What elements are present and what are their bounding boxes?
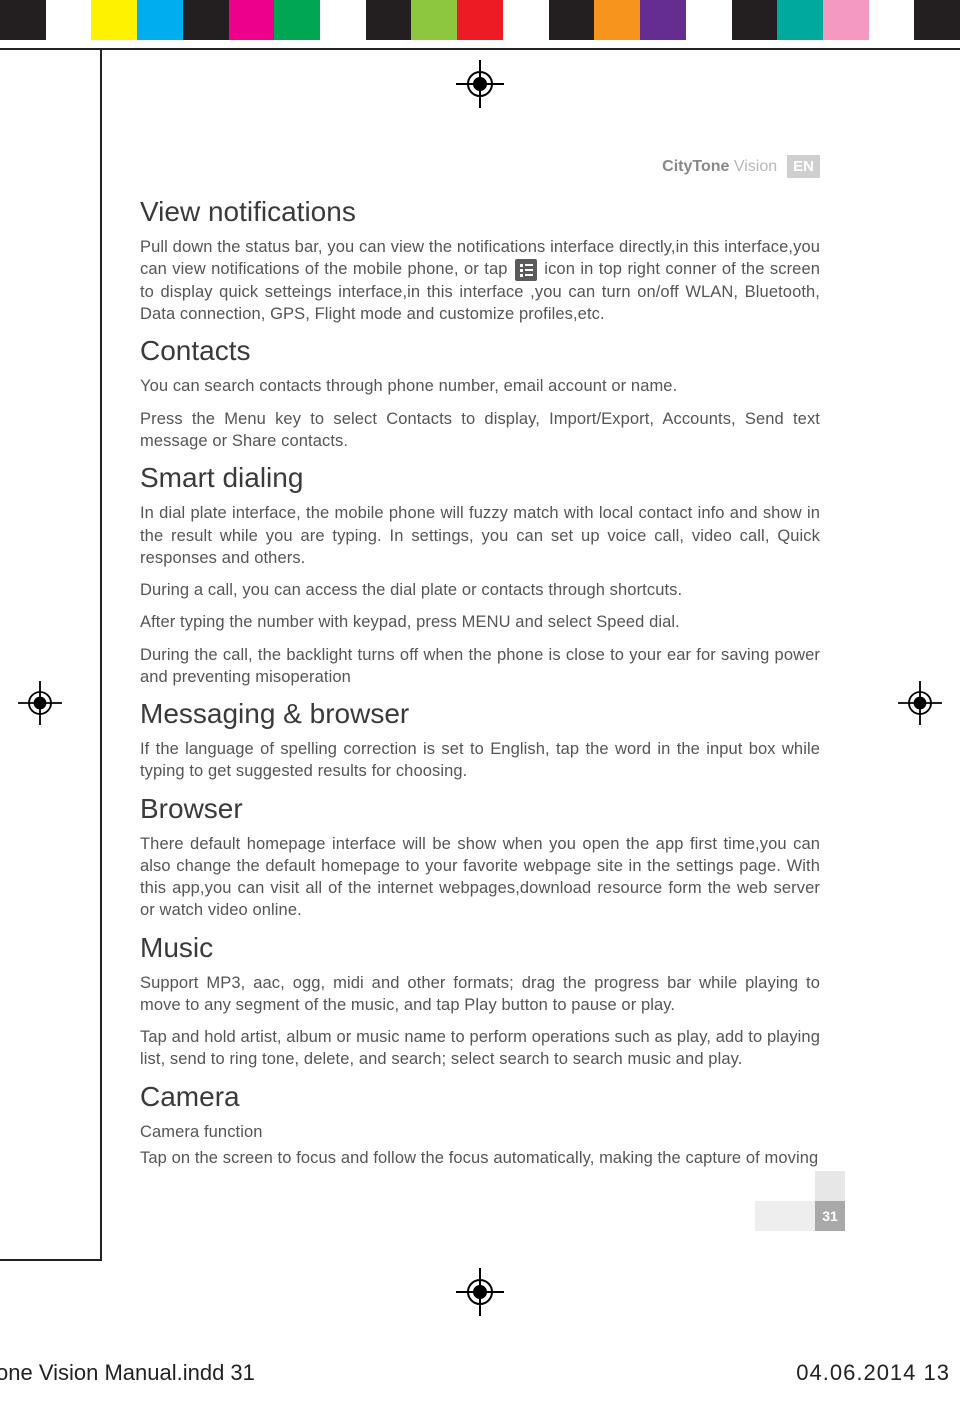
settings-list-icon <box>515 259 537 281</box>
slug-filename: one Vision Manual.indd 31 <box>0 1360 255 1386</box>
section-heading: Messaging & browser <box>140 698 820 730</box>
running-header: CityTone Vision EN <box>140 155 820 178</box>
body-text: During the call, the backlight turns off… <box>140 644 820 689</box>
page-number: 31 <box>815 1201 845 1231</box>
body-text: There default homepage interface will be… <box>140 833 820 922</box>
section-heading: Music <box>140 932 820 964</box>
body-text: During a call, you can access the dial p… <box>140 579 820 601</box>
print-color-bar <box>0 0 960 40</box>
crop-line-bottom-left <box>0 1259 102 1261</box>
language-badge: EN <box>787 155 820 178</box>
registration-mark-icon <box>18 681 62 725</box>
registration-mark-icon <box>456 1268 504 1316</box>
section-heading: Contacts <box>140 335 820 367</box>
section-heading: Camera <box>140 1081 820 1113</box>
page-number-ornament: 31 <box>725 1171 845 1231</box>
brand-model: Vision <box>734 158 777 175</box>
slug-timestamp: 04.06.2014 13 <box>796 1360 950 1386</box>
body-text: After typing the number with keypad, pre… <box>140 611 820 633</box>
section-heading: Smart dialing <box>140 462 820 494</box>
body-text: Support MP3, aac, ogg, midi and other fo… <box>140 972 820 1017</box>
body-text: In dial plate interface, the mobile phon… <box>140 502 820 569</box>
section-heading: Browser <box>140 793 820 825</box>
registration-mark-icon <box>456 60 504 108</box>
body-text: Pull down the status bar, you can view t… <box>140 236 820 325</box>
body-text: Tap and hold artist, album or music name… <box>140 1026 820 1071</box>
sub-heading: Camera function <box>140 1121 820 1143</box>
body-text: Press the Menu key to select Contacts to… <box>140 408 820 453</box>
body-text: You can search contacts through phone nu… <box>140 375 820 397</box>
page-body: CityTone Vision EN View notifications Pu… <box>140 155 820 1179</box>
brand-name: CityTone <box>662 158 729 175</box>
crop-line-top <box>0 48 960 50</box>
body-text: Tap on the screen to focus and follow th… <box>140 1147 820 1169</box>
registration-mark-icon <box>898 681 942 725</box>
crop-line-left <box>100 50 102 1261</box>
body-text: If the language of spelling correction i… <box>140 738 820 783</box>
section-heading: View notifications <box>140 196 820 228</box>
print-slug: one Vision Manual.indd 31 04.06.2014 13 <box>0 1360 960 1386</box>
